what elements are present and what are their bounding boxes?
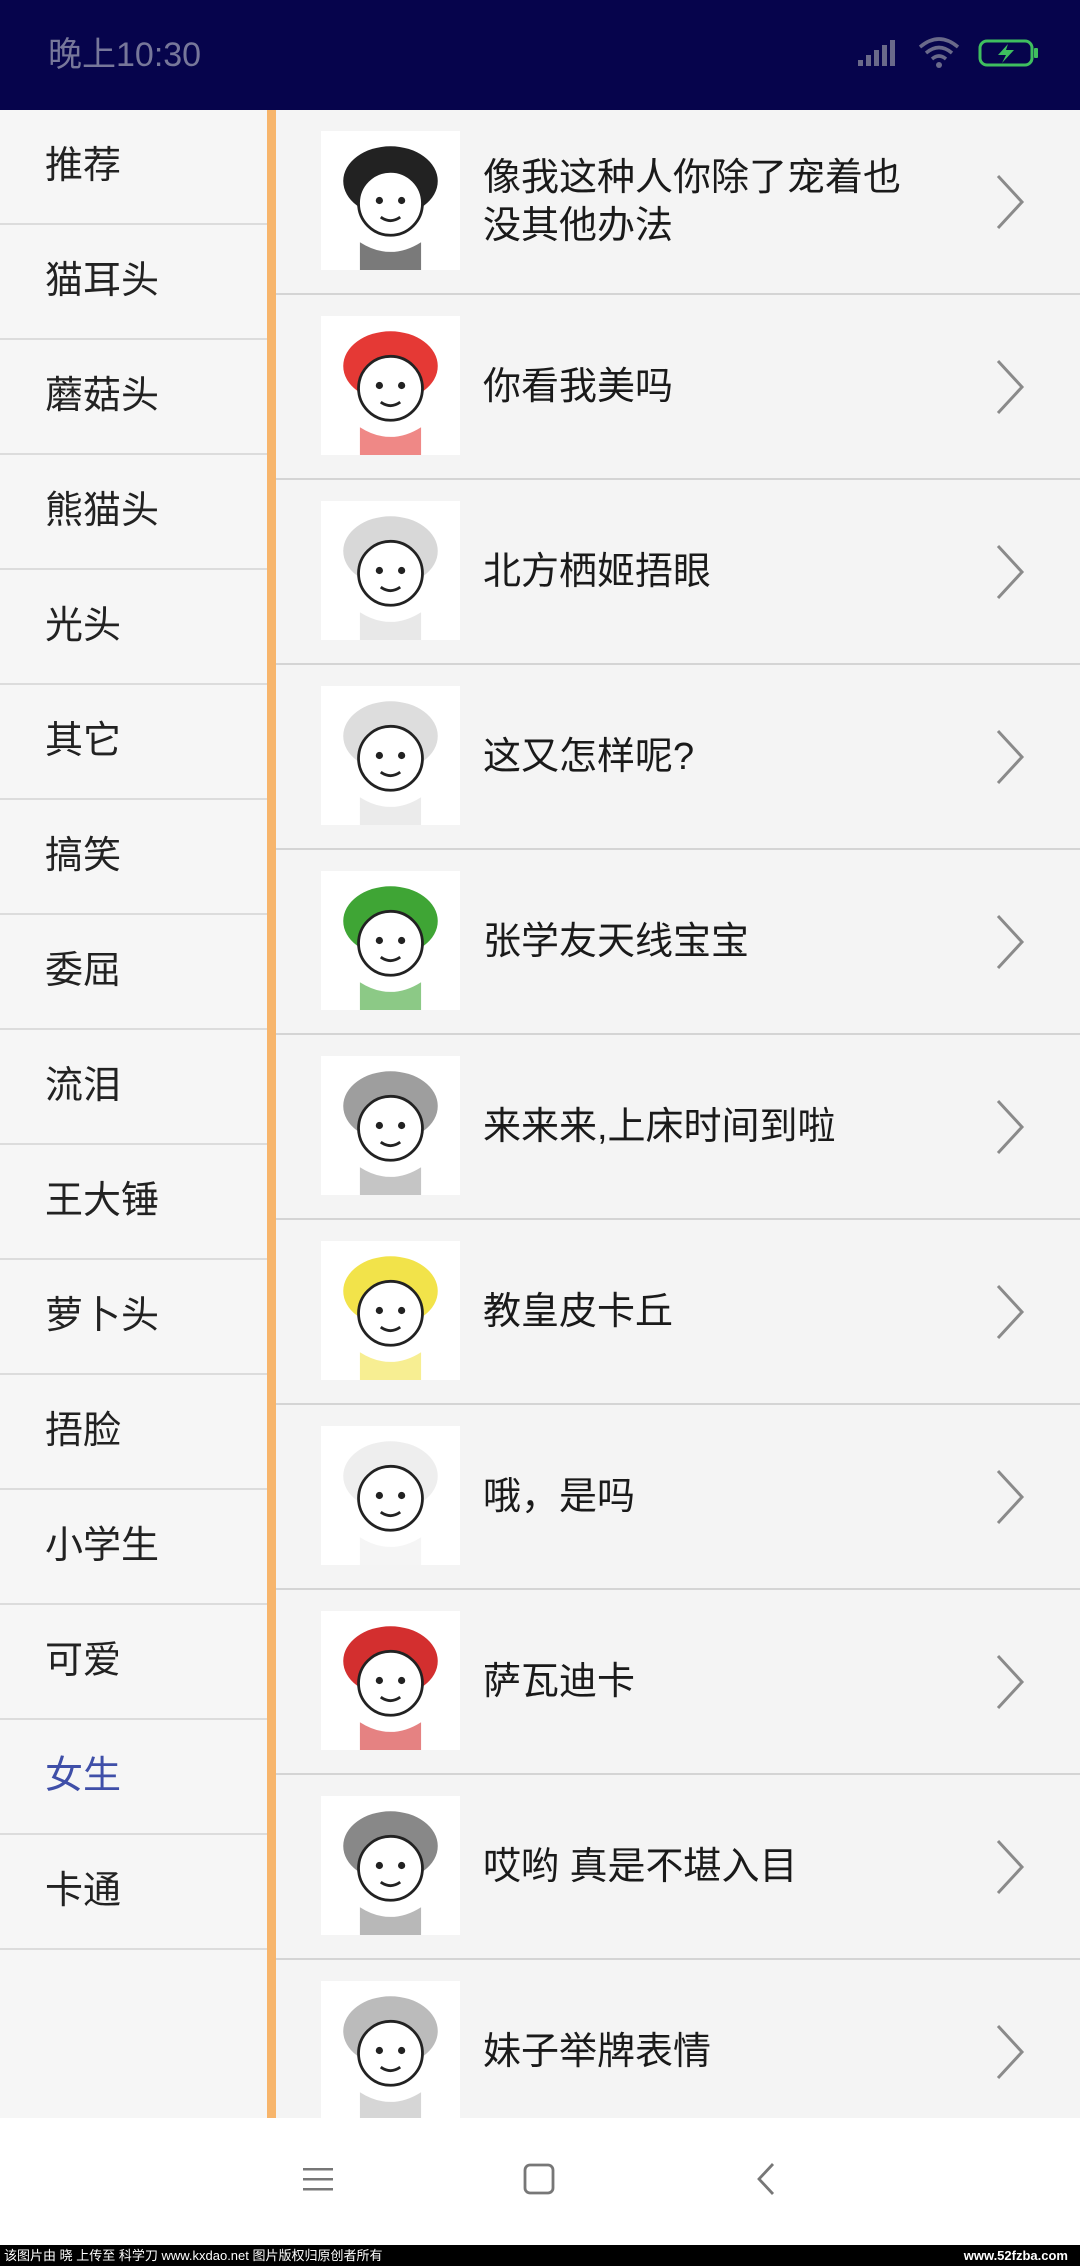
sidebar-item[interactable]: 光头 [0,570,267,685]
meme-thumbnail [321,501,460,640]
sidebar-item[interactable]: 女生 [0,1720,267,1835]
list-item-title: 你看我美吗 [483,365,674,408]
meme-thumbnail [321,1796,460,1935]
watermark-strip: 该图片由 晓 上传至 科学刀 www.kxdao.net 图片版权归原创者所有 … [0,2245,1080,2266]
sidebar-item[interactable]: 卡通 [0,1835,267,1950]
signal-icon [856,38,900,73]
list-item[interactable]: 张学友天线宝宝 [276,850,1080,1035]
list-item-title: 萨瓦迪卡 [483,1660,636,1703]
list-item[interactable]: 像我这种人你除了宠着也没其他办法 [276,110,1080,295]
status-icons [856,36,1040,74]
list-item[interactable]: 这又怎样呢? [276,665,1080,850]
battery-charging-icon [978,38,1040,73]
meme-thumbnail [321,686,460,825]
home-button[interactable] [509,2151,569,2211]
status-bar: 晚上10:30 [0,0,1080,110]
list-item[interactable]: 哦，是吗 [276,1405,1080,1590]
list-item-title: 哎哟 真是不堪入目 [483,1845,798,1888]
back-button[interactable] [736,2151,796,2211]
sidebar-item[interactable]: 搞笑 [0,800,267,915]
list-item-title: 妹子举牌表情 [483,2030,712,2073]
list-item[interactable]: 来来来,上床时间到啦 [276,1035,1080,1220]
list-item[interactable]: 教皇皮卡丘 [276,1220,1080,1405]
list-item-title: 教皇皮卡丘 [483,1290,674,1333]
watermark-left: 该图片由 晓 上传至 科学刀 www.kxdao.net 图片版权归原创者所有 [4,2248,383,2263]
chevron-right-icon [994,2022,1026,2082]
chevron-right-icon [994,1282,1026,1342]
list-item[interactable]: 萨瓦迪卡 [276,1590,1080,1775]
sidebar-item[interactable]: 其它 [0,685,267,800]
sidebar-item[interactable]: 猫耳头 [0,225,267,340]
sidebar-item[interactable]: 萝卜头 [0,1260,267,1375]
meme-thumbnail [321,1241,460,1380]
chevron-right-icon [994,1652,1026,1712]
meme-thumbnail [321,1056,460,1195]
meme-thumbnail [321,316,460,455]
chevron-right-icon [994,1467,1026,1527]
chevron-right-icon [994,1837,1026,1897]
chevron-right-icon [994,542,1026,602]
main-content: 推荐 猫耳头 蘑菇头 熊猫头 光头 其它 搞笑 委屈 流泪 王大锤 萝卜头 捂脸 小学生 可爱 女生 卡通 像… [0,110,1080,2118]
status-time: 晚上10:30 [48,36,202,74]
list-item[interactable]: 哎哟 真是不堪入目 [276,1775,1080,1960]
chevron-right-icon [994,727,1026,787]
list-item[interactable]: 你看我美吗 [276,295,1080,480]
sidebar-item[interactable]: 王大锤 [0,1145,267,1260]
meme-thumbnail [321,871,460,1010]
list-item-title: 像我这种人你除了宠着也没其他办法 [483,156,902,247]
chevron-right-icon [994,357,1026,417]
system-nav-bar [0,2118,1080,2245]
meme-thumbnail [321,1611,460,1750]
sidebar-item[interactable]: 熊猫头 [0,455,267,570]
list-item-title: 哦，是吗 [483,1475,636,1518]
chevron-right-icon [994,1097,1026,1157]
watermark-right: www.52fzba.com [963,2248,1068,2263]
list-item-title: 这又怎样呢? [483,735,695,778]
sidebar-divider-accent [267,110,276,2118]
chevron-right-icon [994,172,1026,232]
sidebar-item[interactable]: 委屈 [0,915,267,1030]
category-sidebar: 推荐 猫耳头 蘑菇头 熊猫头 光头 其它 搞笑 委屈 流泪 王大锤 萝卜头 捂脸 小学生 可爱 女生 卡通 [0,110,267,2118]
back-icon [755,2161,777,2202]
list-item[interactable]: 北方栖姬捂眼 [276,480,1080,665]
sidebar-item[interactable]: 蘑菇头 [0,340,267,455]
list-item-title: 来来来,上床时间到啦 [483,1105,836,1148]
list-item-title: 张学友天线宝宝 [483,920,750,963]
meme-thumbnail [321,1981,460,2118]
meme-thumbnail [321,131,460,270]
meme-thumbnail [321,1426,460,1565]
list-item-title: 北方栖姬捂眼 [483,550,712,593]
sticker-list[interactable]: 像我这种人你除了宠着也没其他办法你看我美吗北方栖姬捂眼 这又怎样呢? 张学友天线宝宝… [276,110,1080,2118]
sidebar-item[interactable]: 可爱 [0,1605,267,1720]
home-icon [522,2162,556,2201]
wifi-icon [918,36,960,74]
sidebar-item[interactable]: 流泪 [0,1030,267,1145]
sidebar-item[interactable]: 捂脸 [0,1375,267,1490]
sidebar-item[interactable]: 推荐 [0,110,267,225]
menu-button[interactable] [288,2151,348,2211]
sidebar-item[interactable]: 小学生 [0,1490,267,1605]
list-item[interactable]: 妹子举牌表情 [276,1960,1080,2118]
menu-icon [302,2165,334,2198]
chevron-right-icon [994,912,1026,972]
